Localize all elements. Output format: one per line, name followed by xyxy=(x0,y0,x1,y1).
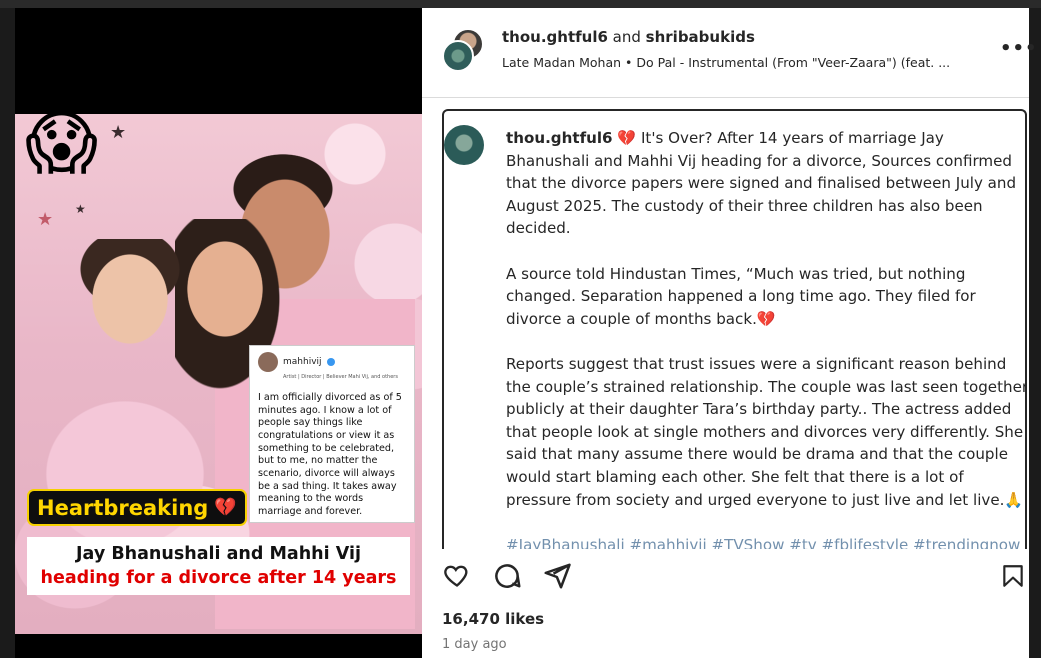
hashtags[interactable]: #JayBhanushali #mahhivij #TVShow #tv #fb… xyxy=(506,534,1025,549)
post-panel: thou.ghtful6 and shribabukids Late Madan… xyxy=(422,8,1037,658)
avatar[interactable] xyxy=(442,40,474,72)
quote-card: mahhivij Artist | Director | Believer Ma… xyxy=(249,345,415,523)
headline-line-1: Jay Bhanushali and Mahhi Vij xyxy=(76,544,361,564)
broken-heart-icon: 💔 xyxy=(214,497,237,518)
heartbreaking-badge: Heartbreaking 💔 xyxy=(27,489,247,526)
post-image: ★ ★ ★ 😱 mahhivij Artist | Director | Bel… xyxy=(15,114,422,634)
star-decoration: ★ xyxy=(110,122,127,143)
screaming-emoji: 😱 xyxy=(25,114,98,184)
collab-avatars[interactable] xyxy=(442,28,484,72)
post-header: thou.ghtful6 and shribabukids Late Madan… xyxy=(422,8,1037,98)
quote-avatar xyxy=(258,352,278,372)
quote-username: mahhivij xyxy=(283,357,322,367)
caption-username[interactable]: thou.ghtful6 xyxy=(506,129,613,147)
header-conjunction: and xyxy=(607,28,646,46)
headline-line-2: heading for a divorce after 14 years xyxy=(40,568,397,588)
post-media[interactable]: ★ ★ ★ 😱 mahhivij Artist | Director | Bel… xyxy=(15,8,422,658)
headline-box: Jay Bhanushali and Mahhi Vij heading for… xyxy=(27,537,410,595)
comment-icon[interactable] xyxy=(492,561,522,591)
avatar[interactable] xyxy=(444,125,484,165)
caption-paragraph: A source told Hindustan Times, “Much was… xyxy=(506,264,976,328)
audio-link[interactable]: Late Madan Mohan • Do Pal - Instrumental… xyxy=(502,55,982,70)
caption-text: thou.ghtful6 💔 It's Over? After 14 years… xyxy=(506,127,1027,549)
username-link[interactable]: thou.ghtful6 xyxy=(502,28,608,46)
quote-text: I am officially divorced as of 5 minutes… xyxy=(258,392,402,517)
caption-box: thou.ghtful6 💔 It's Over? After 14 years… xyxy=(442,109,1027,549)
action-bar xyxy=(422,553,1029,603)
star-decoration: ★ xyxy=(37,209,54,230)
star-decoration: ★ xyxy=(75,202,86,216)
header-usernames: thou.ghtful6 and shribabukids xyxy=(502,28,755,46)
quote-bio: Artist | Director | Believer Mahi Vij, a… xyxy=(283,374,398,380)
likes-count[interactable]: 16,470 likes xyxy=(442,610,544,628)
verified-icon xyxy=(326,358,335,366)
heart-icon[interactable] xyxy=(442,561,472,589)
top-band xyxy=(0,0,1041,8)
save-icon[interactable] xyxy=(1000,561,1026,591)
photo-child xyxy=(70,239,190,349)
username-link[interactable]: shribabukids xyxy=(646,28,755,46)
post-time[interactable]: 1 day ago xyxy=(442,637,507,652)
more-horizontal-icon[interactable]: ••• xyxy=(1000,38,1038,59)
badge-text: Heartbreaking xyxy=(37,495,209,520)
caption-paragraph: Reports suggest that trust issues were a… xyxy=(506,354,1027,509)
share-icon[interactable] xyxy=(542,561,572,591)
